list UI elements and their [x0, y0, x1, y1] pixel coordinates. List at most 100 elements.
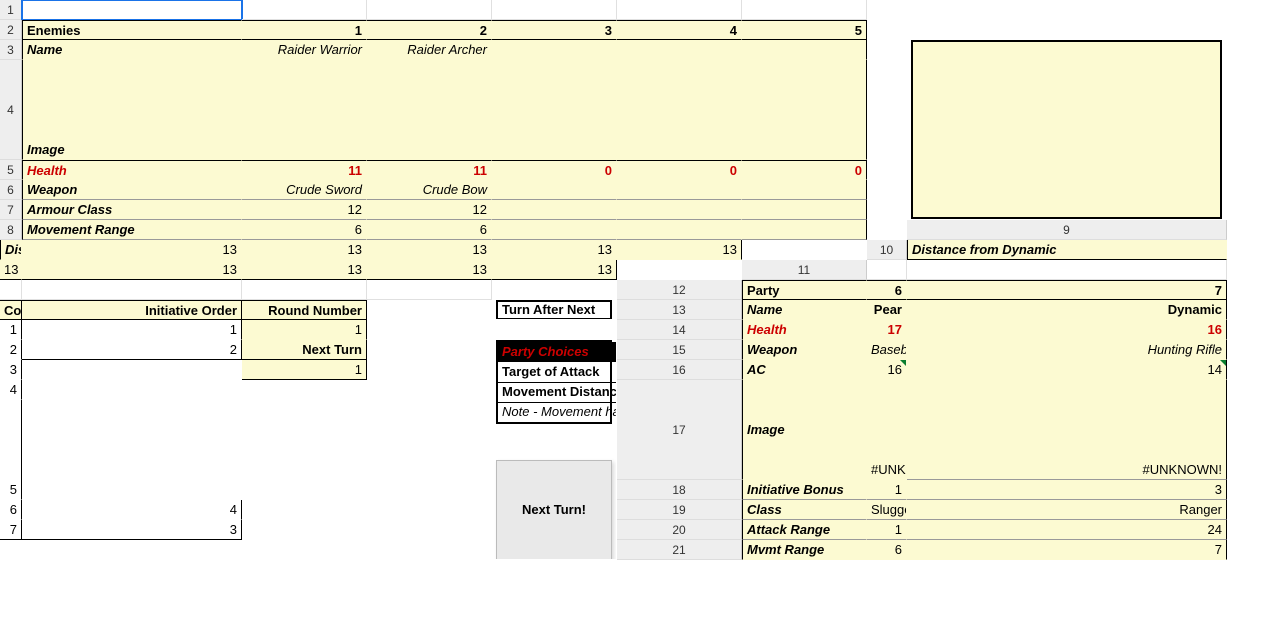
combatant-list-item[interactable]: 1: [0, 320, 22, 340]
enemy-name[interactable]: [617, 40, 742, 60]
next-turn-button[interactable]: Next Turn!: [496, 460, 612, 560]
row-header[interactable]: 3: [0, 40, 22, 60]
row-header[interactable]: 12: [617, 280, 742, 300]
cell[interactable]: [22, 280, 242, 300]
row-header[interactable]: 7: [0, 200, 22, 220]
enemy-health[interactable]: 0: [742, 160, 867, 180]
enemy-ac[interactable]: [742, 200, 867, 220]
party-class[interactable]: Ranger: [907, 500, 1227, 520]
party-atk-range[interactable]: 1: [867, 520, 907, 540]
combatant-list-item[interactable]: 4: [0, 380, 22, 400]
enemy-weapon[interactable]: Crude Bow: [367, 180, 492, 200]
row-header[interactable]: 8: [0, 220, 22, 240]
cell[interactable]: [22, 400, 242, 500]
cell[interactable]: [0, 560, 22, 580]
row-header[interactable]: 14: [617, 320, 742, 340]
cell[interactable]: [742, 0, 867, 20]
row-header[interactable]: 13: [617, 300, 742, 320]
party-class[interactable]: Slugger: [867, 500, 907, 520]
enemy-dist-pear[interactable]: 13: [367, 240, 492, 260]
row-header[interactable]: 16: [617, 360, 742, 380]
cell[interactable]: [907, 260, 1227, 280]
row-header[interactable]: 1: [0, 0, 22, 20]
cell[interactable]: [242, 0, 367, 20]
row-header[interactable]: 20: [617, 520, 742, 540]
cell[interactable]: [22, 540, 242, 560]
enemy-dist-pear[interactable]: 13: [242, 240, 367, 260]
party-image[interactable]: #UNKNOWN!: [907, 380, 1227, 480]
enemy-health[interactable]: 0: [492, 160, 617, 180]
cell[interactable]: [22, 560, 242, 580]
party-name[interactable]: Pear: [867, 300, 907, 320]
party-health[interactable]: 17: [867, 320, 907, 340]
row-header[interactable]: 17: [617, 380, 742, 480]
row-header[interactable]: 18: [617, 480, 742, 500]
party-atk-range[interactable]: 24: [907, 520, 1227, 540]
enemy-move[interactable]: [617, 220, 742, 240]
enemy-health[interactable]: 11: [367, 160, 492, 180]
cell[interactable]: [242, 540, 367, 560]
enemy-name[interactable]: [742, 40, 867, 60]
initiative-order-item[interactable]: 2: [22, 340, 242, 360]
row-header[interactable]: 5: [0, 160, 22, 180]
selected-cell[interactable]: [22, 0, 242, 20]
party-weapon[interactable]: Baseball Bat: [867, 340, 907, 360]
initiative-order-item[interactable]: 1: [22, 320, 242, 340]
next-turn-val[interactable]: 1: [242, 360, 367, 380]
initiative-order-item[interactable]: 3: [22, 520, 242, 540]
round-number-val[interactable]: 1: [242, 320, 367, 340]
party-mvmt[interactable]: 7: [907, 540, 1227, 560]
enemy-weapon[interactable]: [492, 180, 617, 200]
enemy-health[interactable]: 0: [617, 160, 742, 180]
cell[interactable]: [867, 260, 907, 280]
party-health[interactable]: 16: [907, 320, 1227, 340]
row-header[interactable]: 6: [0, 180, 22, 200]
enemy-dist-pear[interactable]: 13: [617, 240, 742, 260]
cell[interactable]: [242, 380, 367, 400]
enemy-ac[interactable]: [617, 200, 742, 220]
cell[interactable]: [367, 280, 492, 300]
enemy-weapon[interactable]: [742, 180, 867, 200]
row-header[interactable]: 19: [617, 500, 742, 520]
enemy-dist-dyn[interactable]: 13: [22, 260, 242, 280]
row-header[interactable]: 10: [867, 240, 907, 260]
combatant-list-item[interactable]: 2: [0, 340, 22, 360]
party-init[interactable]: 3: [907, 480, 1227, 500]
enemy-dist-dyn[interactable]: 13: [492, 260, 617, 280]
enemy-move[interactable]: [492, 220, 617, 240]
party-image[interactable]: #UNKNOWN!: [867, 380, 907, 480]
enemy-weapon[interactable]: [617, 180, 742, 200]
row-header[interactable]: 21: [617, 540, 742, 560]
row-header[interactable]: 15: [617, 340, 742, 360]
row-header[interactable]: 2: [0, 20, 22, 40]
cell[interactable]: [242, 400, 367, 500]
enemy-move[interactable]: 6: [367, 220, 492, 240]
enemy-name[interactable]: Raider Archer: [367, 40, 492, 60]
enemy-health[interactable]: 11: [242, 160, 367, 180]
combatant-list-item[interactable]: 3: [0, 360, 22, 380]
combatant-list-item[interactable]: 6: [0, 500, 22, 520]
initiative-order-item[interactable]: 4: [22, 500, 242, 520]
cell[interactable]: [367, 0, 492, 20]
party-mvmt[interactable]: 6: [867, 540, 907, 560]
party-weapon[interactable]: Hunting Rifle: [907, 340, 1227, 360]
row-header[interactable]: 9: [907, 220, 1227, 240]
cell[interactable]: [0, 280, 22, 300]
enemy-move[interactable]: 6: [242, 220, 367, 240]
combatant-list-item[interactable]: 7: [0, 520, 22, 540]
cell[interactable]: [242, 500, 367, 520]
enemy-name[interactable]: Raider Warrior: [242, 40, 367, 60]
enemy-dist-pear[interactable]: 13: [492, 240, 617, 260]
enemy-dist-dyn[interactable]: 13: [242, 260, 367, 280]
combatant-list-item[interactable]: 5: [0, 400, 22, 500]
cell[interactable]: [22, 380, 242, 400]
cell[interactable]: [242, 520, 367, 540]
enemy-weapon[interactable]: Crude Sword: [242, 180, 367, 200]
party-init[interactable]: 1: [867, 480, 907, 500]
enemy-dist-dyn[interactable]: 13: [367, 260, 492, 280]
cell[interactable]: [0, 540, 22, 560]
enemy-dist-pear[interactable]: 13: [22, 240, 242, 260]
enemy-ac[interactable]: 12: [242, 200, 367, 220]
cell[interactable]: [242, 280, 367, 300]
enemy-ac[interactable]: 12: [367, 200, 492, 220]
